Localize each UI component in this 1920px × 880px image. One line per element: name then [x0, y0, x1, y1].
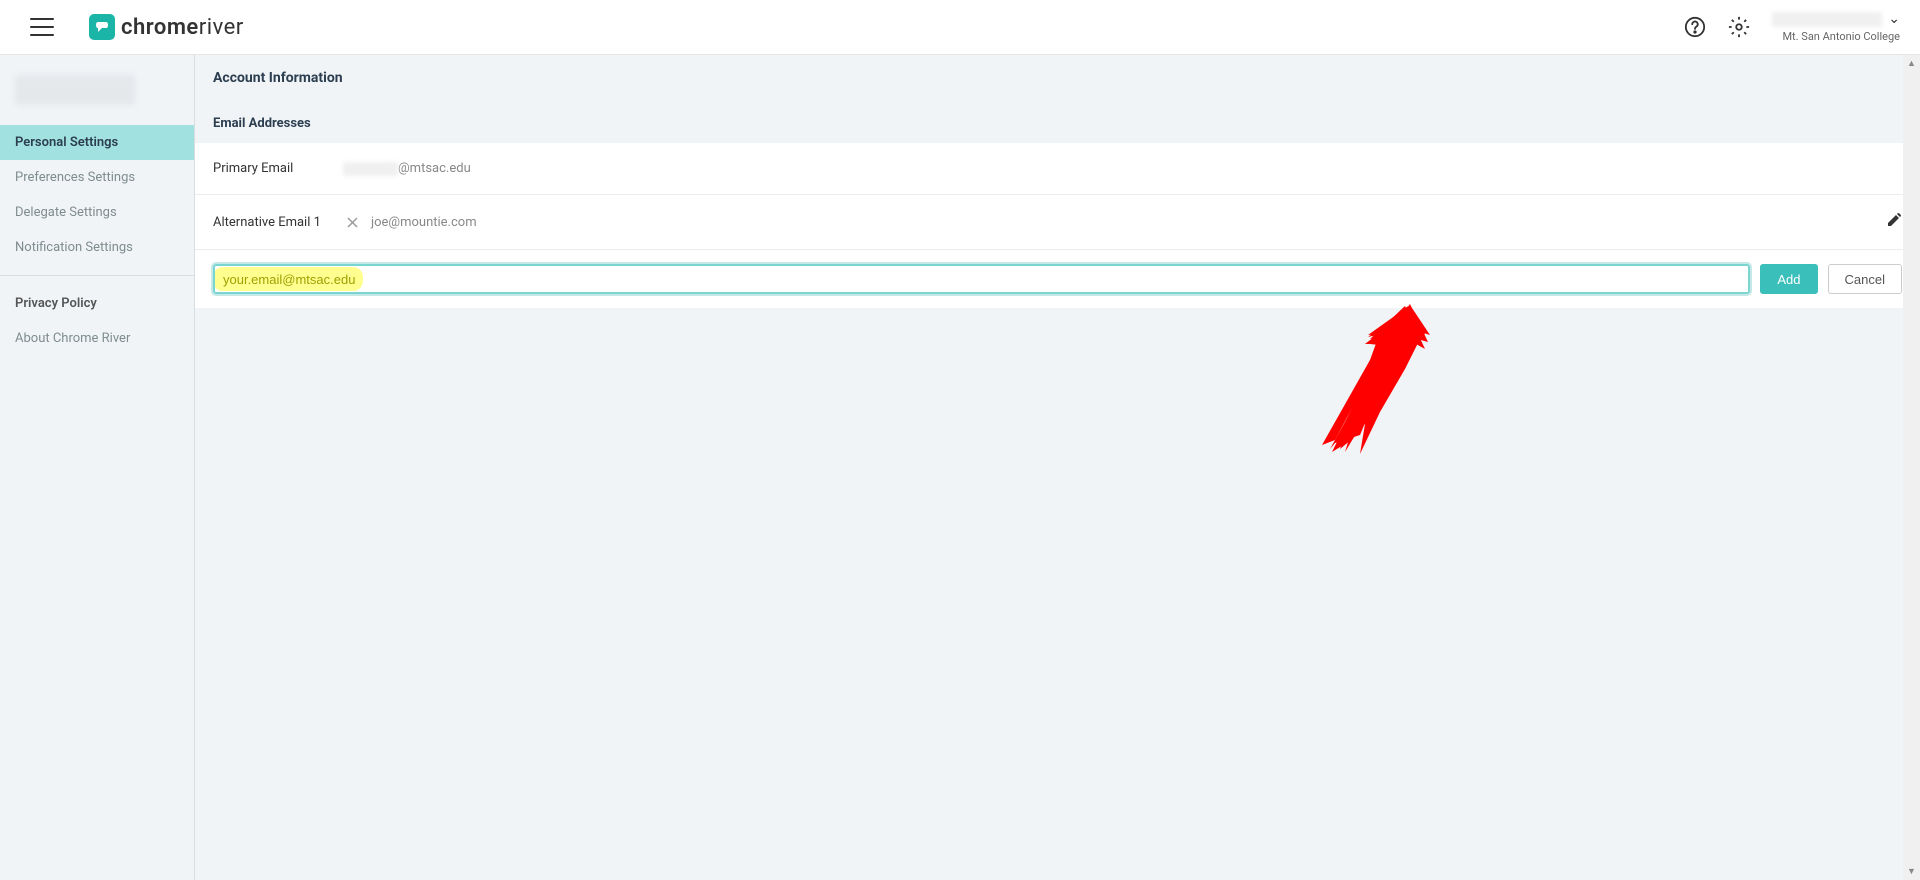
remove-alt-email-button[interactable] [343, 213, 361, 231]
alt-email-value: joe@mountie.com [371, 215, 477, 230]
user-name-redacted [1772, 12, 1882, 27]
user-menu[interactable]: ⌄ Mt. San Antonio College [1772, 11, 1900, 43]
sidebar-user-redacted [15, 75, 135, 105]
alt-email-label: Alternative Email 1 [213, 215, 343, 230]
main-content: Account Information Email Addresses Prim… [195, 55, 1920, 880]
chevron-down-icon: ⌄ [1888, 11, 1900, 28]
sidebar: Personal Settings Preferences Settings D… [0, 55, 195, 880]
new-email-input[interactable] [213, 264, 1750, 294]
primary-email-row: Primary Email @mtsac.edu [195, 143, 1920, 195]
sidebar-item-privacy-policy[interactable]: Privacy Policy [0, 286, 194, 321]
primary-email-suffix: @mtsac.edu [398, 161, 471, 176]
primary-email-label: Primary Email [213, 161, 343, 176]
user-org-label: Mt. San Antonio College [1782, 30, 1900, 43]
sidebar-item-notification-settings[interactable]: Notification Settings [0, 230, 194, 265]
logo-badge-icon [89, 14, 115, 40]
add-button[interactable]: Add [1760, 264, 1817, 294]
scroll-down-icon[interactable]: ▼ [1903, 863, 1920, 880]
scroll-up-icon[interactable]: ▲ [1903, 55, 1920, 72]
logo-text: chromeriver [121, 15, 244, 40]
alt-email-row: Alternative Email 1 joe@mountie.com [195, 195, 1920, 250]
section-email-title: Email Addresses [195, 101, 1920, 143]
scrollbar[interactable]: ▲ ▼ [1903, 55, 1920, 880]
sidebar-item-personal-settings[interactable]: Personal Settings [0, 125, 194, 160]
sidebar-item-about[interactable]: About Chrome River [0, 321, 194, 356]
primary-email-redacted [343, 162, 398, 176]
sidebar-item-preferences-settings[interactable]: Preferences Settings [0, 160, 194, 195]
menu-toggle[interactable] [30, 18, 54, 36]
add-email-row: Add Cancel [195, 250, 1920, 308]
edit-alt-email-button[interactable] [1886, 212, 1902, 232]
section-account-info-title: Account Information [195, 55, 1920, 101]
settings-icon[interactable] [1728, 16, 1750, 38]
cancel-button[interactable]: Cancel [1828, 264, 1902, 294]
help-icon[interactable] [1684, 16, 1706, 38]
sidebar-item-delegate-settings[interactable]: Delegate Settings [0, 195, 194, 230]
app-logo[interactable]: chromeriver [89, 14, 244, 40]
